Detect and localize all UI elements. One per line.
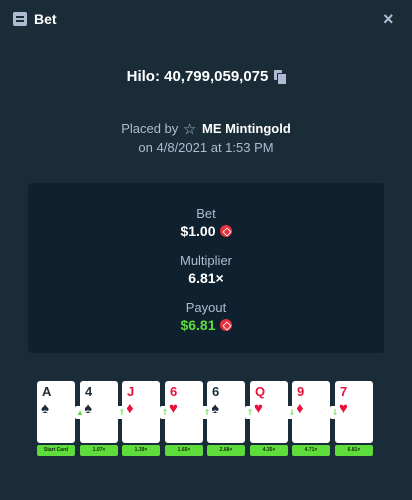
card-rank: 6 xyxy=(170,384,178,399)
card-multiplier: 6.81× xyxy=(335,445,373,456)
placed-by-row: Placed by ☆ ME Mintingold xyxy=(0,119,412,138)
card-suit-icon: ♦ xyxy=(126,400,134,417)
playing-card: Q ♥ xyxy=(250,381,288,443)
modal-header: Bet × xyxy=(0,0,412,40)
playing-card: 7 ♥ xyxy=(335,381,373,443)
playing-card: 4 ♠ xyxy=(80,381,118,443)
card-multiplier: 4.35× xyxy=(250,445,288,456)
guess-arrow-icon: ⇑ xyxy=(160,406,170,419)
card-suit-icon: ♥ xyxy=(339,400,348,417)
card-suit-icon: ♠ xyxy=(41,400,49,417)
card-rank: Q xyxy=(255,384,266,399)
card-history: A ♠ Start Card 4 ♠ ▲ 1.07× J ♦ ⇑ 1.39× 6 ♥ ⇑ 1.65× 6 ♠ ⇑ 2… xyxy=(37,381,377,461)
guess-arrow-icon: ⇓ xyxy=(287,406,297,419)
playing-card: 9 ♦ xyxy=(292,381,330,443)
playing-card: 6 ♠ xyxy=(207,381,245,443)
guess-arrow-icon: ⇑ xyxy=(202,406,212,419)
bet-stats-panel: Bet $1.00 Multiplier 6.81× Payout $6.81 xyxy=(28,183,384,353)
card-rank: 4 xyxy=(85,384,93,399)
card-rank: 9 xyxy=(297,384,305,399)
multiplier-stat: Multiplier 6.81× xyxy=(28,253,384,286)
card-suit-icon: ♦ xyxy=(296,400,304,417)
close-icon[interactable]: × xyxy=(383,9,394,29)
card-rank: A xyxy=(42,384,52,399)
guess-arrow-icon: ▲ xyxy=(75,406,85,419)
card-suit-icon: ♥ xyxy=(169,400,178,417)
guess-arrow-icon: ⇑ xyxy=(245,406,255,419)
guess-arrow-icon: ⇓ xyxy=(330,406,340,419)
playing-card: A ♠ xyxy=(37,381,75,443)
payout-label: Payout xyxy=(185,300,227,315)
bet-value-row: $1.00 xyxy=(28,223,384,239)
payout-stat: Payout $6.81 xyxy=(28,300,384,333)
username-link[interactable]: ME Mintingold xyxy=(202,121,291,136)
multiplier-value: 6.81× xyxy=(188,270,224,286)
modal-title: Bet xyxy=(34,11,57,27)
placed-date: on 4/8/2021 at 1:53 PM xyxy=(138,140,274,155)
card-rank: 6 xyxy=(212,384,220,399)
card-multiplier: Start Card xyxy=(37,445,75,456)
bet-stat: Bet $1.00 xyxy=(28,206,384,239)
copy-icon[interactable] xyxy=(274,70,288,85)
card-rank: J xyxy=(127,384,135,399)
game-id-row: Hilo: 40,799,059,075 xyxy=(0,68,412,85)
multiplier-label: Multiplier xyxy=(179,253,232,268)
card-multiplier: 1.07× xyxy=(80,445,118,456)
bet-label: Bet xyxy=(196,206,216,221)
card-multiplier: 1.39× xyxy=(122,445,160,456)
bet-value: $1.00 xyxy=(180,223,216,239)
trx-coin-icon xyxy=(219,225,232,237)
placed-by-label: Placed by xyxy=(121,121,179,136)
card-suit-icon: ♠ xyxy=(211,400,219,417)
star-icon: ☆ xyxy=(182,121,197,138)
game-id: Hilo: 40,799,059,075 xyxy=(126,68,269,85)
card-multiplier: 1.65× xyxy=(165,445,203,456)
payout-value: $6.81 xyxy=(180,317,216,333)
playing-card: 6 ♥ xyxy=(165,381,203,443)
card-multiplier: 2.68× xyxy=(207,445,245,456)
card-rank: 7 xyxy=(340,384,348,399)
guess-arrow-icon: ⇑ xyxy=(117,406,127,419)
bet-ticket-icon xyxy=(13,12,27,26)
card-suit-icon: ♥ xyxy=(254,400,263,417)
playing-card: J ♦ xyxy=(122,381,160,443)
card-suit-icon: ♠ xyxy=(84,400,92,417)
trx-coin-icon xyxy=(219,319,232,331)
card-multiplier: 4.71× xyxy=(292,445,330,456)
payout-value-row: $6.81 xyxy=(28,317,384,333)
